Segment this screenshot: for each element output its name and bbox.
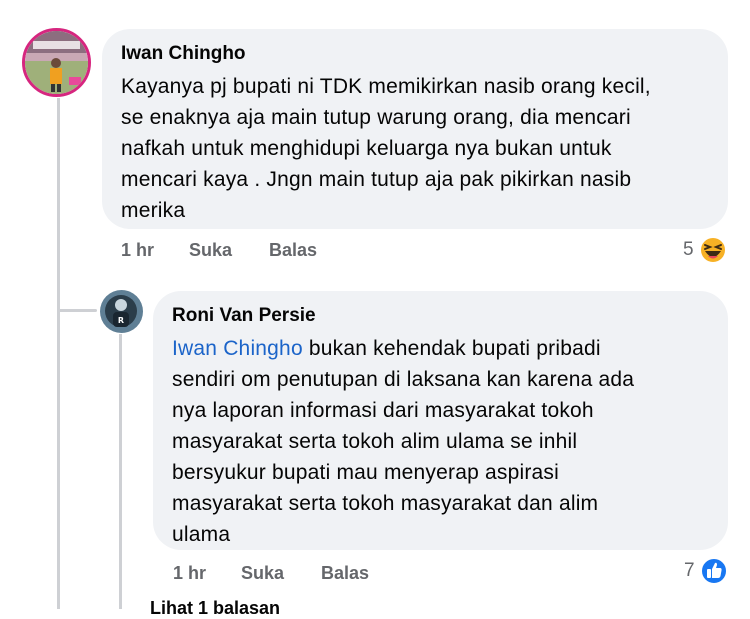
reaction-summary[interactable]: 7 xyxy=(684,556,729,586)
comment-bubble: Iwan Chingho Kayanya pj bupati ni TDK me… xyxy=(102,29,728,229)
comment-text-line: ulama xyxy=(172,523,231,546)
reaction-count: 7 xyxy=(684,560,695,581)
comment-text-fragment: bukan kehendak bupati pribadi xyxy=(302,337,601,360)
comment-text-line: nafkah untuk menghidupi keluarga nya buk… xyxy=(121,137,612,160)
comment-text-line: masyarakat serta tokoh masyarakat dan al… xyxy=(172,492,599,515)
comment-text-line: nya laporan informasi dari masyarakat to… xyxy=(172,399,594,422)
comment-author[interactable]: Iwan Chingho xyxy=(121,42,721,66)
comment-text-line: bersyukur bupati mau menyerap aspirasi xyxy=(172,461,559,484)
avatar[interactable]: R xyxy=(100,290,143,333)
comment-text-line: sendiri om penutupan di laksana kan kare… xyxy=(172,368,635,391)
reaction-count: 5 xyxy=(683,239,694,260)
comment-actions: 1 hr Suka Balas xyxy=(173,563,473,587)
like-button[interactable]: Suka xyxy=(189,240,232,261)
thread-line-reply xyxy=(119,334,122,609)
reply-bubble: Roni Van Persie Iwan Chingho bukan kehen… xyxy=(153,291,728,550)
like-button[interactable]: Suka xyxy=(241,563,284,584)
mention-link[interactable]: Iwan Chingho xyxy=(172,337,303,360)
haha-emoji-icon xyxy=(698,236,727,264)
reply-button[interactable]: Balas xyxy=(269,240,317,261)
avatar[interactable] xyxy=(22,28,91,97)
comment-text-line: Kayanya pj bupati ni TDK memikirkan nasi… xyxy=(121,75,651,98)
comment-time[interactable]: 1 hr xyxy=(173,563,206,584)
thread-line-branch xyxy=(57,309,97,312)
comment-actions: 1 hr Suka Balas xyxy=(121,240,421,264)
like-thumb-icon xyxy=(699,557,728,585)
profile-photo-icon: R xyxy=(100,290,143,333)
thread-line-main xyxy=(57,98,60,609)
comment-text-line: masyarakat serta tokoh alim ulama se inh… xyxy=(172,430,578,453)
comment-text-line: mencari kaya . Jngn main tutup aja pak p… xyxy=(121,168,632,191)
comment-time[interactable]: 1 hr xyxy=(121,240,154,261)
comment-text-line: Iwan Chingho bukan kehendak bupati priba… xyxy=(172,333,722,364)
comment-author[interactable]: Roni Van Persie xyxy=(172,304,722,328)
comment-text-line: merika xyxy=(121,199,186,222)
comment-text-line: se enaknya aja main tutup warung orang, … xyxy=(121,106,631,129)
reply-button[interactable]: Balas xyxy=(321,563,369,584)
svg-text:R: R xyxy=(118,316,124,325)
reaction-summary[interactable]: 5 xyxy=(683,235,728,265)
profile-photo-icon xyxy=(25,31,88,94)
